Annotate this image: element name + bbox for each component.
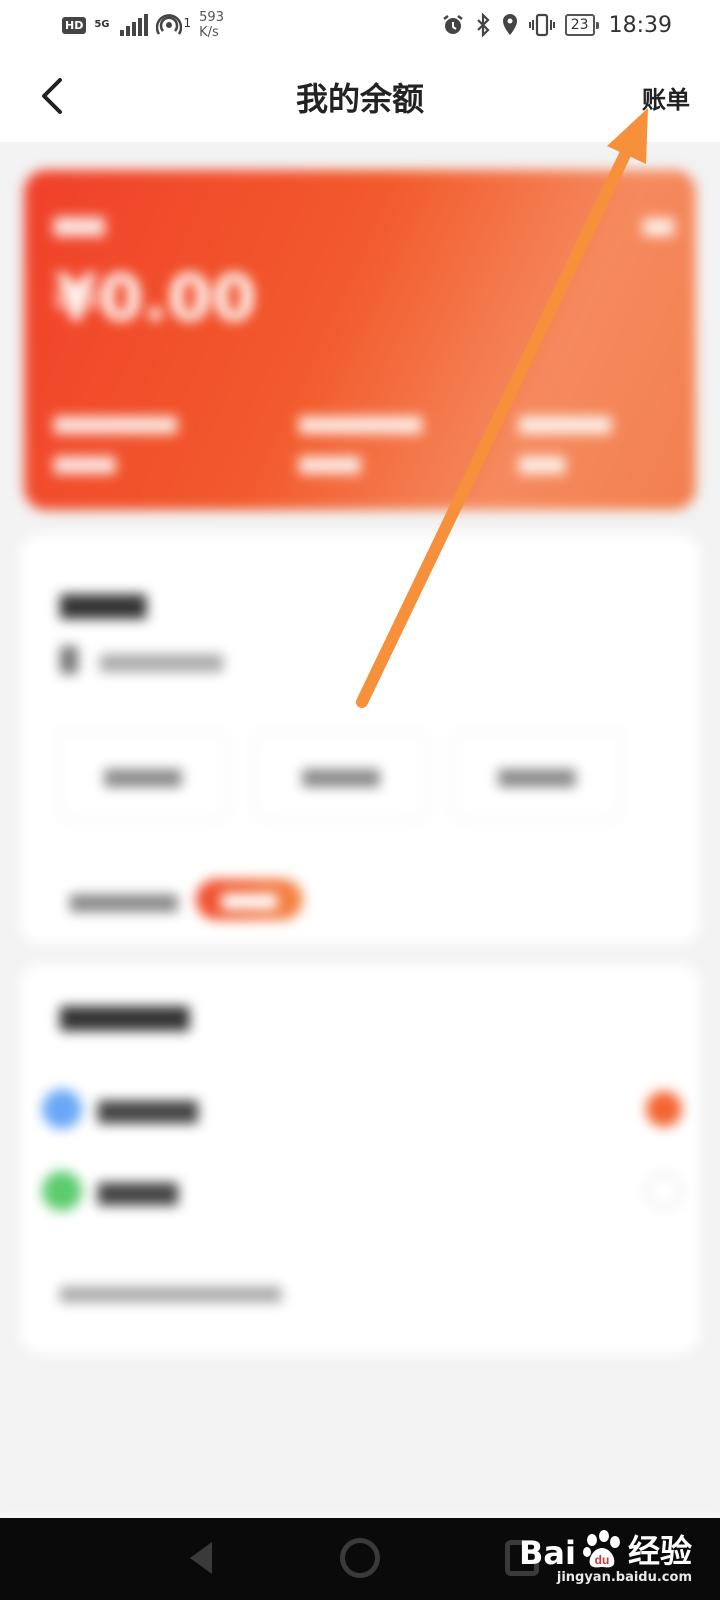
system-back-icon[interactable] <box>190 1542 212 1574</box>
payment-option-wechat[interactable]: ▆▆▆▆ <box>42 1166 682 1216</box>
payment-hint: ▆▆▆▆▆▆▆▆▆▆▆▆▆▆▆▆ <box>60 1282 282 1303</box>
phone-icon <box>60 646 78 674</box>
location-icon <box>502 14 517 35</box>
paw-logo-icon: du <box>582 1530 620 1568</box>
hd-badge: HD <box>62 16 87 34</box>
balance-amount: ¥0.00 <box>54 262 257 336</box>
phone-number-text: ▆▆▆▆▆▆▆▆ <box>100 648 224 672</box>
bluetooth-icon <box>476 13 490 37</box>
page-title: 我的余额 <box>295 80 424 118</box>
baidu-watermark: Bai du 经验 jingyan.baidu.com <box>519 1526 692 1585</box>
balance-stat: ▆▆▆▆▆▆▆▆ ▆▆▆▆ <box>299 410 423 474</box>
bill-button[interactable]: 账单 <box>642 80 690 115</box>
net-speed: 593 K/s <box>199 10 224 40</box>
radio-selected[interactable] <box>646 1091 682 1127</box>
svg-text:du: du <box>595 1553 610 1567</box>
payment-option-label: ▆▆▆▆▆ <box>98 1094 198 1124</box>
promo-badge: ▆▆▆▆ <box>195 879 304 920</box>
payment-method-card: ▆▆▆▆▆▆ ▆▆▆▆▆ ▆▆▆▆ ▆▆▆▆▆▆▆▆▆▆▆▆▆▆▆▆ <box>20 964 700 1354</box>
wifi-sub-label: 1 <box>183 16 192 30</box>
balance-card: ▆▆▆ ¥0.00 ▆▆ ▆▆▆▆▆▆▆▆ ▆▆▆▆ ▆▆▆▆▆▆▆▆ ▆▆▆▆ ▆… <box>24 170 696 510</box>
watermark-brand: Bai <box>519 1534 576 1572</box>
payment-option-alipay[interactable]: ▆▆▆▆▆ <box>42 1084 682 1134</box>
recharge-card: ▆▆▆▆ ▆▆▆▆▆▆▆▆ ▆▆▆▆▆ ▆▆▆▆▆ ▆▆▆▆▆ ▆▆▆▆▆▆▆ … <box>20 534 700 944</box>
alarm-icon <box>443 15 463 34</box>
recharge-title: ▆▆▆▆ <box>60 586 147 619</box>
balance-stat: ▆▆▆▆▆▆▆▆ ▆▆▆▆ <box>54 410 178 474</box>
status-bar: HD 5G 1 593 K/s 23 18:39 <box>0 0 720 50</box>
status-bar-right: 23 18:39 <box>441 13 672 38</box>
battery-indicator: 23 <box>564 14 599 36</box>
watermark-brand-cn: 经验 <box>627 1532 692 1570</box>
balance-detail-link[interactable]: ▆▆ <box>643 212 674 236</box>
amount-option[interactable]: ▆▆▆▆▆ <box>254 729 428 821</box>
nav-bar: 我的余额 账单 <box>0 50 720 142</box>
payment-option-label: ▆▆▆▆ <box>98 1176 178 1206</box>
net-speed-unit: K/s <box>199 25 219 40</box>
amount-option[interactable]: ▆▆▆▆▆ <box>450 729 624 821</box>
watermark-site: jingyan.baidu.com <box>556 1570 692 1585</box>
signal-icon <box>119 14 148 36</box>
status-bar-left: HD 5G 1 593 K/s <box>62 10 224 40</box>
alipay-icon <box>42 1089 82 1129</box>
net-speed-value: 593 <box>199 10 224 25</box>
status-time: 18:39 <box>608 12 672 38</box>
wifi-hotspot-icon <box>155 14 182 35</box>
balance-label: ▆▆▆ <box>54 212 105 237</box>
wechat-icon <box>42 1171 82 1211</box>
network-type: 5G <box>94 19 110 30</box>
payment-method-title: ▆▆▆▆▆▆ <box>60 998 190 1031</box>
page-content-blurred: ▆▆▆ ¥0.00 ▆▆ ▆▆▆▆▆▆▆▆ ▆▆▆▆ ▆▆▆▆▆▆▆▆ ▆▆▆▆ ▆… <box>0 142 720 1600</box>
auto-recharge-text: ▆▆▆▆▆▆▆ <box>70 887 178 912</box>
system-home-icon[interactable] <box>340 1538 380 1578</box>
phone-number-row[interactable]: ▆▆▆▆▆▆▆▆ <box>60 646 223 674</box>
radio-unselected[interactable] <box>646 1173 682 1209</box>
vibrate-icon <box>528 13 555 37</box>
auto-recharge-row[interactable]: ▆▆▆▆▆▆▆ ▆▆▆▆ <box>70 879 304 920</box>
balance-stat: ▆▆▆▆▆▆ ▆▆▆ <box>519 410 612 474</box>
amount-option[interactable]: ▆▆▆▆▆ <box>56 729 230 821</box>
